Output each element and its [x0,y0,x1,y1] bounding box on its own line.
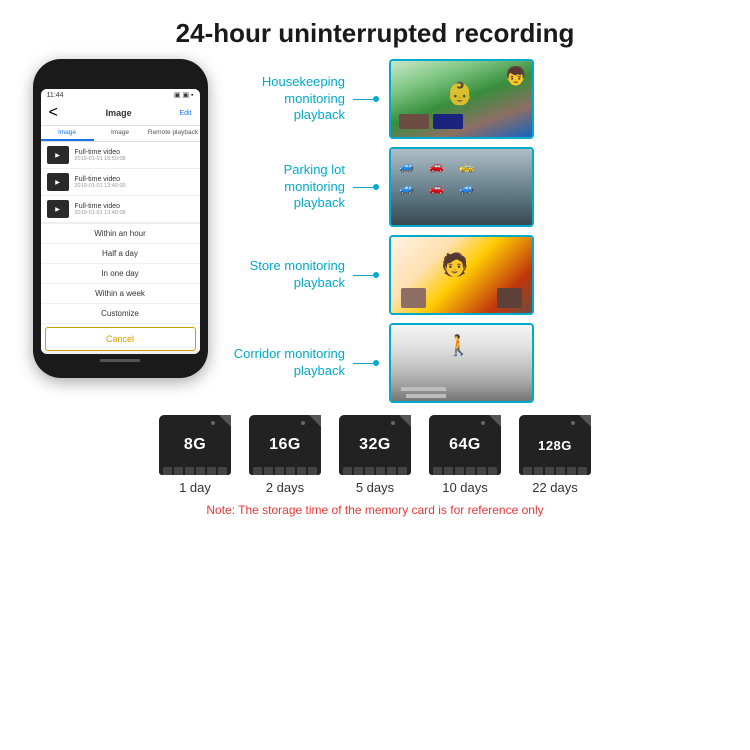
storage-cards: 8G 1 day 16G 2 days 32G [15,415,735,495]
monitoring-label-housekeeping: Housekeepingmonitoring playback [230,74,345,125]
sd-card-dot-16g [301,421,305,425]
phone-home-indicator [100,359,140,362]
monitoring-housekeeping: Housekeepingmonitoring playback 👦 [230,59,730,139]
monitoring-label-parking: Parking lotmonitoring playback [230,162,345,213]
phone-mockup: 11:44 ▣ ▣ ▪ < Image Edit Image Image Rem… [20,59,220,378]
video-label-2: Full-time video [75,176,194,183]
sd-card-notch-8g [159,467,231,475]
video-thumb-2: ▶ [47,173,69,191]
connector-dot-corridor [373,360,379,366]
video-item-2[interactable]: ▶ Full-time video 2019-01-01 13:45:00 [41,169,200,196]
sd-card-dot-128g [571,421,575,425]
storage-card-32g: 32G 5 days [339,415,411,495]
dropdown-item-3[interactable]: In one day [41,264,200,284]
video-date-1: 2019-01-01 15:50:08 [75,156,194,162]
video-label-3: Full-time video [75,203,194,210]
phone-back-button[interactable]: < [49,104,58,122]
sd-card-notch-128g [519,467,591,475]
connector-line-parking [353,187,373,188]
storage-card-64g: 64G 10 days [429,415,501,495]
storage-note: Note: The storage time of the memory car… [15,503,735,517]
storage-days-64g: 10 days [442,480,488,495]
sd-card-label-32g: 32G [359,436,391,454]
storage-days-32g: 5 days [356,480,394,495]
sd-card-dot-8g [211,421,215,425]
sd-card-notch-64g [429,467,501,475]
storage-card-16g: 16G 2 days [249,415,321,495]
sd-card-32g: 32G [339,415,411,475]
phone-device: 11:44 ▣ ▣ ▪ < Image Edit Image Image Rem… [33,59,208,378]
storage-card-8g: 8G 1 day [159,415,231,495]
storage-days-128g: 22 days [532,480,578,495]
phone-dropdown: Within an hour Half a day In one day Wit… [41,223,200,351]
dropdown-item-1[interactable]: Within an hour [41,224,200,244]
sd-card-label-16g: 16G [269,436,301,454]
monitoring-corridor: Corridor monitoringplayback 🚶 [230,323,730,403]
dropdown-item-2[interactable]: Half a day [41,244,200,264]
video-thumb-3: ▶ [47,200,69,218]
connector-line-housekeeping [353,99,373,100]
video-info-3: Full-time video 2019-01-01 13:40:08 [75,203,194,216]
video-date-3: 2019-01-01 13:40:08 [75,210,194,216]
sd-card-label-128g: 128G [538,438,572,453]
storage-days-8g: 1 day [179,480,211,495]
monitoring-store: Store monitoringplayback 🧑 [230,235,730,315]
storage-card-128g: 128G 22 days [519,415,591,495]
video-item-1[interactable]: ▶ Full-time video 2019-01-01 15:50:08 [41,142,200,169]
video-info-2: Full-time video 2019-01-01 13:45:00 [75,176,194,189]
video-date-2: 2019-01-01 13:45:00 [75,183,194,189]
sd-card-label-64g: 64G [449,436,481,454]
dropdown-item-4[interactable]: Within a week [41,284,200,304]
phone-icons: ▣ ▣ ▪ [174,91,194,99]
page-title: 24-hour uninterrupted recording [20,18,730,49]
dropdown-cancel-button[interactable]: Cancel [45,327,196,351]
dropdown-item-5[interactable]: Customize [41,304,200,324]
video-item-3[interactable]: ▶ Full-time video 2019-01-01 13:40:08 [41,196,200,223]
monitoring-image-housekeeping: 👦 [389,59,534,139]
sd-card-label-8g: 8G [184,436,206,454]
phone-tabs: Image Image Remote playback [41,126,200,142]
phone-time: 11:44 [47,92,64,99]
monitoring-label-store: Store monitoringplayback [230,258,345,292]
tab-image[interactable]: Image [41,126,94,141]
phone-status-bar: 11:44 ▣ ▣ ▪ [41,89,200,101]
phone-nav-title: Image [106,108,132,118]
monitoring-parking: Parking lotmonitoring playback 🚙 🚗 🚕 🚙 🚗… [230,147,730,227]
tab-remote-playback[interactable]: Remote playback [147,126,200,141]
video-label-1: Full-time video [75,149,194,156]
sd-card-16g: 16G [249,415,321,475]
phone-screen: 11:44 ▣ ▣ ▪ < Image Edit Image Image Rem… [41,89,200,354]
storage-days-16g: 2 days [266,480,304,495]
main-content: 11:44 ▣ ▣ ▪ < Image Edit Image Image Rem… [0,59,750,403]
sd-card-dot-64g [481,421,485,425]
sd-card-64g: 64G [429,415,501,475]
connector-dot-store [373,272,379,278]
sd-card-8g: 8G [159,415,231,475]
video-info-1: Full-time video 2019-01-01 15:50:08 [75,149,194,162]
storage-section: 8G 1 day 16G 2 days 32G [0,415,750,517]
connector-line-corridor [353,363,373,364]
connector-line-store [353,275,373,276]
sd-card-notch-16g [249,467,321,475]
monitoring-container: Housekeepingmonitoring playback 👦 Parkin… [230,59,730,403]
monitoring-label-corridor: Corridor monitoringplayback [230,346,345,380]
phone-edit-button[interactable]: Edit [179,110,191,117]
sd-card-128g: 128G [519,415,591,475]
monitoring-image-corridor: 🚶 [389,323,534,403]
phone-notch [90,73,150,85]
sd-card-dot-32g [391,421,395,425]
connector-dot-housekeeping [373,96,379,102]
page-header: 24-hour uninterrupted recording [0,0,750,59]
tab-image2[interactable]: Image [94,126,147,141]
phone-nav: < Image Edit [41,101,200,126]
connector-dot-parking [373,184,379,190]
phone-video-list: ▶ Full-time video 2019-01-01 15:50:08 ▶ … [41,142,200,223]
video-thumb-1: ▶ [47,146,69,164]
monitoring-image-store: 🧑 [389,235,534,315]
sd-card-notch-32g [339,467,411,475]
monitoring-image-parking: 🚙 🚗 🚕 🚙 🚗 🚙 [389,147,534,227]
